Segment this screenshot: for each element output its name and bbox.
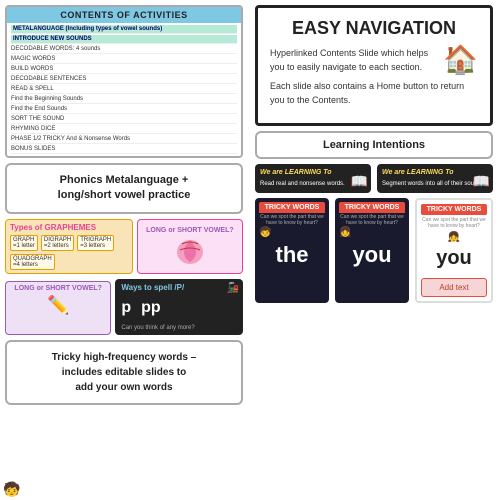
grapheme-digraph: DIGRAPH=2 letters (41, 235, 74, 251)
right-column: EASY NAVIGATION 🏠 Hyperlinked Contents S… (250, 0, 498, 432)
tricky-dark-card-the: TRICKY WORDS Can we spot the part that w… (255, 198, 329, 303)
phonics-line1: Phonics Metalanguage + (60, 174, 189, 186)
ways-letter-pp: pp (141, 299, 161, 317)
contents-item: MAGIC WORDS (11, 55, 237, 64)
grapheme-graph: GRAPH=1 letter (10, 235, 38, 251)
contents-item: Find the Beginning Sounds (11, 95, 237, 104)
grapheme-quadgraph: QUADGRAPH=4 letters (10, 254, 55, 270)
contents-item: INTRODUCE NEW SOUNDS (11, 35, 237, 44)
ways-letters: p pp (121, 295, 237, 321)
easy-nav-box: EASY NAVIGATION 🏠 Hyperlinked Contents S… (255, 5, 493, 126)
person-icon: 🧒 (3, 481, 20, 498)
tricky-dark-card-you: TRICKY WORDS Can we spot the part that w… (335, 198, 409, 303)
tricky-word-light: you (421, 243, 487, 274)
tricky-word-the: the (259, 238, 325, 272)
contents-item: DECODABLE WORDS: 4 sounds (11, 45, 237, 54)
grapheme-tags: GRAPH=1 letter DIGRAPH=2 letters TRIGRAP… (10, 235, 128, 270)
reading-icon-2: 📖 (473, 173, 490, 190)
phonics-box: Phonics Metalanguage + long/short vowel … (5, 163, 243, 214)
tricky-dark-subheader: Can we spot the part that we have to kno… (259, 214, 325, 226)
grapheme-types-card: Types of GRAPHEMES GRAPH=1 letter DIGRAP… (5, 219, 133, 274)
ways-to-spell-card: Ways to spell /P/ 🚂 p pp Can you think o… (115, 279, 243, 335)
tricky-add-text[interactable]: Add text (421, 278, 487, 297)
contents-item: Find the End Sounds (11, 105, 237, 114)
tricky-line2: includes editable slides to (62, 367, 186, 378)
graphemes-row: Types of GRAPHEMES GRAPH=1 letter DIGRAP… (5, 219, 243, 274)
grapheme-types-title: Types of GRAPHEMES (10, 223, 128, 232)
contents-item: RHYMING DICE (11, 125, 237, 134)
contents-item: BUILD WORDS (11, 65, 237, 74)
tricky-dark-header-2: TRICKY WORDS (339, 202, 405, 213)
contents-box: CONTENTS OF ACTIVITIES METALANGUAGE (Inc… (5, 5, 243, 158)
learning-slide-2: We are LEARNING To Segment words into al… (377, 164, 493, 193)
left-column: CONTENTS OF ACTIVITIES METALANGUAGE (Inc… (0, 0, 248, 432)
learning-intentions-box: Learning Intentions (255, 131, 493, 159)
long-short-card2: LONG or SHORT VOWEL? ✏️ (5, 281, 111, 335)
reading-icon-1: 📖 (351, 173, 368, 190)
second-cards-row: LONG or SHORT VOWEL? ✏️ Ways to spell /P… (5, 279, 243, 335)
tricky-line3: add your own words (75, 382, 172, 393)
contents-item: BONUS SLIDES (11, 145, 237, 154)
long-short-label: LONG or SHORT VOWEL? (146, 227, 234, 234)
easy-nav-title: EASY NAVIGATION (270, 18, 478, 39)
contents-item: DECODABLE SENTENCES (11, 75, 237, 84)
house-icon: 🏠 (443, 43, 478, 76)
tricky-light-header: TRICKY WORDS (421, 204, 487, 215)
tricky-dark-subheader-2: Can we spot the part that we have to kno… (339, 214, 405, 226)
contents-item: PHASE 1/2 TRICKY And & Nonsense Words (11, 135, 237, 144)
tricky-light-card: TRICKY WORDS Can we spot the part that w… (415, 198, 493, 303)
ways-letter-p: p (121, 299, 131, 317)
tricky-word-you: you (339, 238, 405, 272)
phonics-line2: long/short vowel practice (58, 189, 191, 201)
train-icon: 🚂 (227, 283, 239, 294)
person-standing-icon-2: 👧 (339, 227, 351, 238)
tricky-light-subheader: Can we spot the part that we have to kno… (421, 217, 487, 229)
ways-caption: Can you think of any more? (121, 325, 237, 331)
long-short-card: LONG or SHORT VOWEL? (137, 219, 243, 274)
contents-list: METALANGUAGE (Including types of vowel s… (7, 23, 241, 156)
tricky-dark-header: TRICKY WORDS (259, 202, 325, 213)
shell-icon (174, 236, 206, 266)
tricky-bottom-box: Tricky high-frequency words – includes e… (5, 340, 243, 405)
learning-intentions-title: Learning Intentions (323, 139, 425, 151)
person-standing-icon: 🧒 (259, 227, 325, 238)
person-icon-light: 👧 (421, 232, 487, 243)
page-container: CONTENTS OF ACTIVITIES METALANGUAGE (Inc… (0, 0, 500, 500)
crayon-icon: ✏️ (10, 295, 106, 316)
learning-slide-1: We are LEARNING To Read real and nonsens… (255, 164, 371, 193)
tricky-line1: Tricky high-frequency words – (52, 352, 196, 363)
ways-card-title: Ways to spell /P/ (121, 283, 237, 292)
learning-slides: We are LEARNING To Read real and nonsens… (255, 164, 493, 193)
easy-nav-para2: Each slide also contains a Home button t… (270, 80, 478, 107)
contents-item: SORT THE SOUND (11, 115, 237, 124)
long-short-label2: LONG or SHORT VOWEL? (10, 285, 106, 292)
contents-item: METALANGUAGE (Including types of vowel s… (11, 25, 237, 34)
contents-title: CONTENTS OF ACTIVITIES (7, 7, 241, 23)
grapheme-trigraph: TRIGRAPH=3 letters (77, 235, 114, 251)
tricky-right-area: TRICKY WORDS Can we spot the part that w… (255, 198, 493, 303)
contents-item: READ & SPELL (11, 85, 237, 94)
